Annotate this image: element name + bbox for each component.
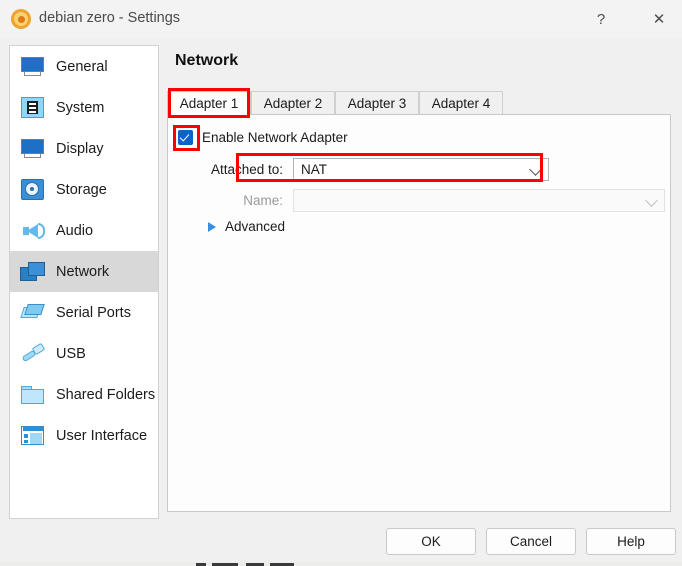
enable-network-adapter-checkbox[interactable]: Enable Network Adapter — [178, 130, 348, 145]
monitor-icon — [19, 136, 47, 162]
attached-to-value: NAT — [301, 162, 327, 177]
adapter-1-panel: Enable Network Adapter Attached to: NAT … — [167, 114, 671, 512]
hard-disk-icon — [19, 177, 47, 203]
sidebar-item-general[interactable]: General — [10, 46, 158, 87]
serial-ports-icon — [19, 300, 47, 326]
sidebar-item-label: Display — [56, 140, 104, 157]
sidebar-item-storage[interactable]: Storage — [10, 169, 158, 210]
cancel-button[interactable]: Cancel — [486, 528, 576, 555]
window-title: debian zero - Settings — [39, 10, 181, 26]
cpu-chip-icon — [19, 95, 47, 121]
attached-to-label: Attached to: — [210, 162, 283, 177]
sidebar-item-label: General — [56, 58, 108, 75]
settings-category-list[interactable]: General System Display Storage Audio Net… — [9, 45, 159, 519]
name-label: Name: — [243, 193, 283, 208]
sidebar-item-label: User Interface — [56, 427, 148, 444]
name-row: Name: — [178, 189, 665, 212]
chevron-down-icon — [529, 162, 542, 176]
name-select — [293, 189, 665, 212]
attached-to-row: Attached to: NAT — [178, 158, 549, 181]
bottom-edge-strip — [0, 562, 682, 566]
tab-adapter-3[interactable]: Adapter 3 — [335, 91, 419, 115]
sidebar-item-label: Serial Ports — [56, 304, 131, 321]
sidebar-item-user-interface[interactable]: User Interface — [10, 415, 158, 456]
sidebar-item-label: USB — [56, 345, 86, 362]
advanced-expander[interactable]: Advanced — [208, 219, 285, 234]
close-icon[interactable]: ✕ — [636, 0, 682, 38]
sidebar-item-usb[interactable]: USB — [10, 333, 158, 374]
checkbox-checked-icon[interactable] — [178, 130, 193, 145]
adapter-tabstrip[interactable]: Adapter 1 Adapter 2 Adapter 3 Adapter 4 — [167, 91, 671, 115]
sidebar-item-shared-folders[interactable]: Shared Folders — [10, 374, 158, 415]
title-bar: debian zero - Settings ? ✕ — [0, 0, 682, 38]
sidebar-item-display[interactable]: Display — [10, 128, 158, 169]
window-layout-icon — [19, 423, 47, 449]
sidebar-item-network[interactable]: Network — [10, 251, 158, 292]
sidebar-item-label: Audio — [56, 222, 94, 239]
sidebar-item-label: System — [56, 99, 105, 116]
sidebar-item-system[interactable]: System — [10, 87, 158, 128]
sidebar-item-label: Shared Folders — [56, 386, 156, 403]
tab-adapter-1[interactable]: Adapter 1 — [167, 91, 251, 115]
help-button[interactable]: Help — [586, 528, 676, 555]
help-icon[interactable]: ? — [578, 0, 624, 38]
sidebar-item-label: Network — [56, 263, 110, 280]
triangle-right-icon — [208, 221, 216, 232]
sidebar-item-serial-ports[interactable]: Serial Ports — [10, 292, 158, 333]
network-cards-icon — [19, 259, 47, 285]
usb-plug-icon — [19, 341, 47, 367]
virtualbox-gear-icon — [11, 9, 31, 29]
speaker-icon — [19, 218, 47, 244]
tab-adapter-2[interactable]: Adapter 2 — [251, 91, 335, 115]
monitor-icon — [19, 54, 47, 80]
enable-network-adapter-label: Enable Network Adapter — [202, 130, 348, 145]
attached-to-select[interactable]: NAT — [293, 158, 549, 181]
folder-icon — [19, 382, 47, 408]
sidebar-item-audio[interactable]: Audio — [10, 210, 158, 251]
advanced-label: Advanced — [225, 219, 286, 234]
sidebar-item-label: Storage — [56, 181, 107, 198]
page-title: Network — [175, 52, 239, 69]
chevron-down-icon — [645, 193, 658, 207]
tab-adapter-4[interactable]: Adapter 4 — [419, 91, 503, 115]
ok-button[interactable]: OK — [386, 528, 476, 555]
